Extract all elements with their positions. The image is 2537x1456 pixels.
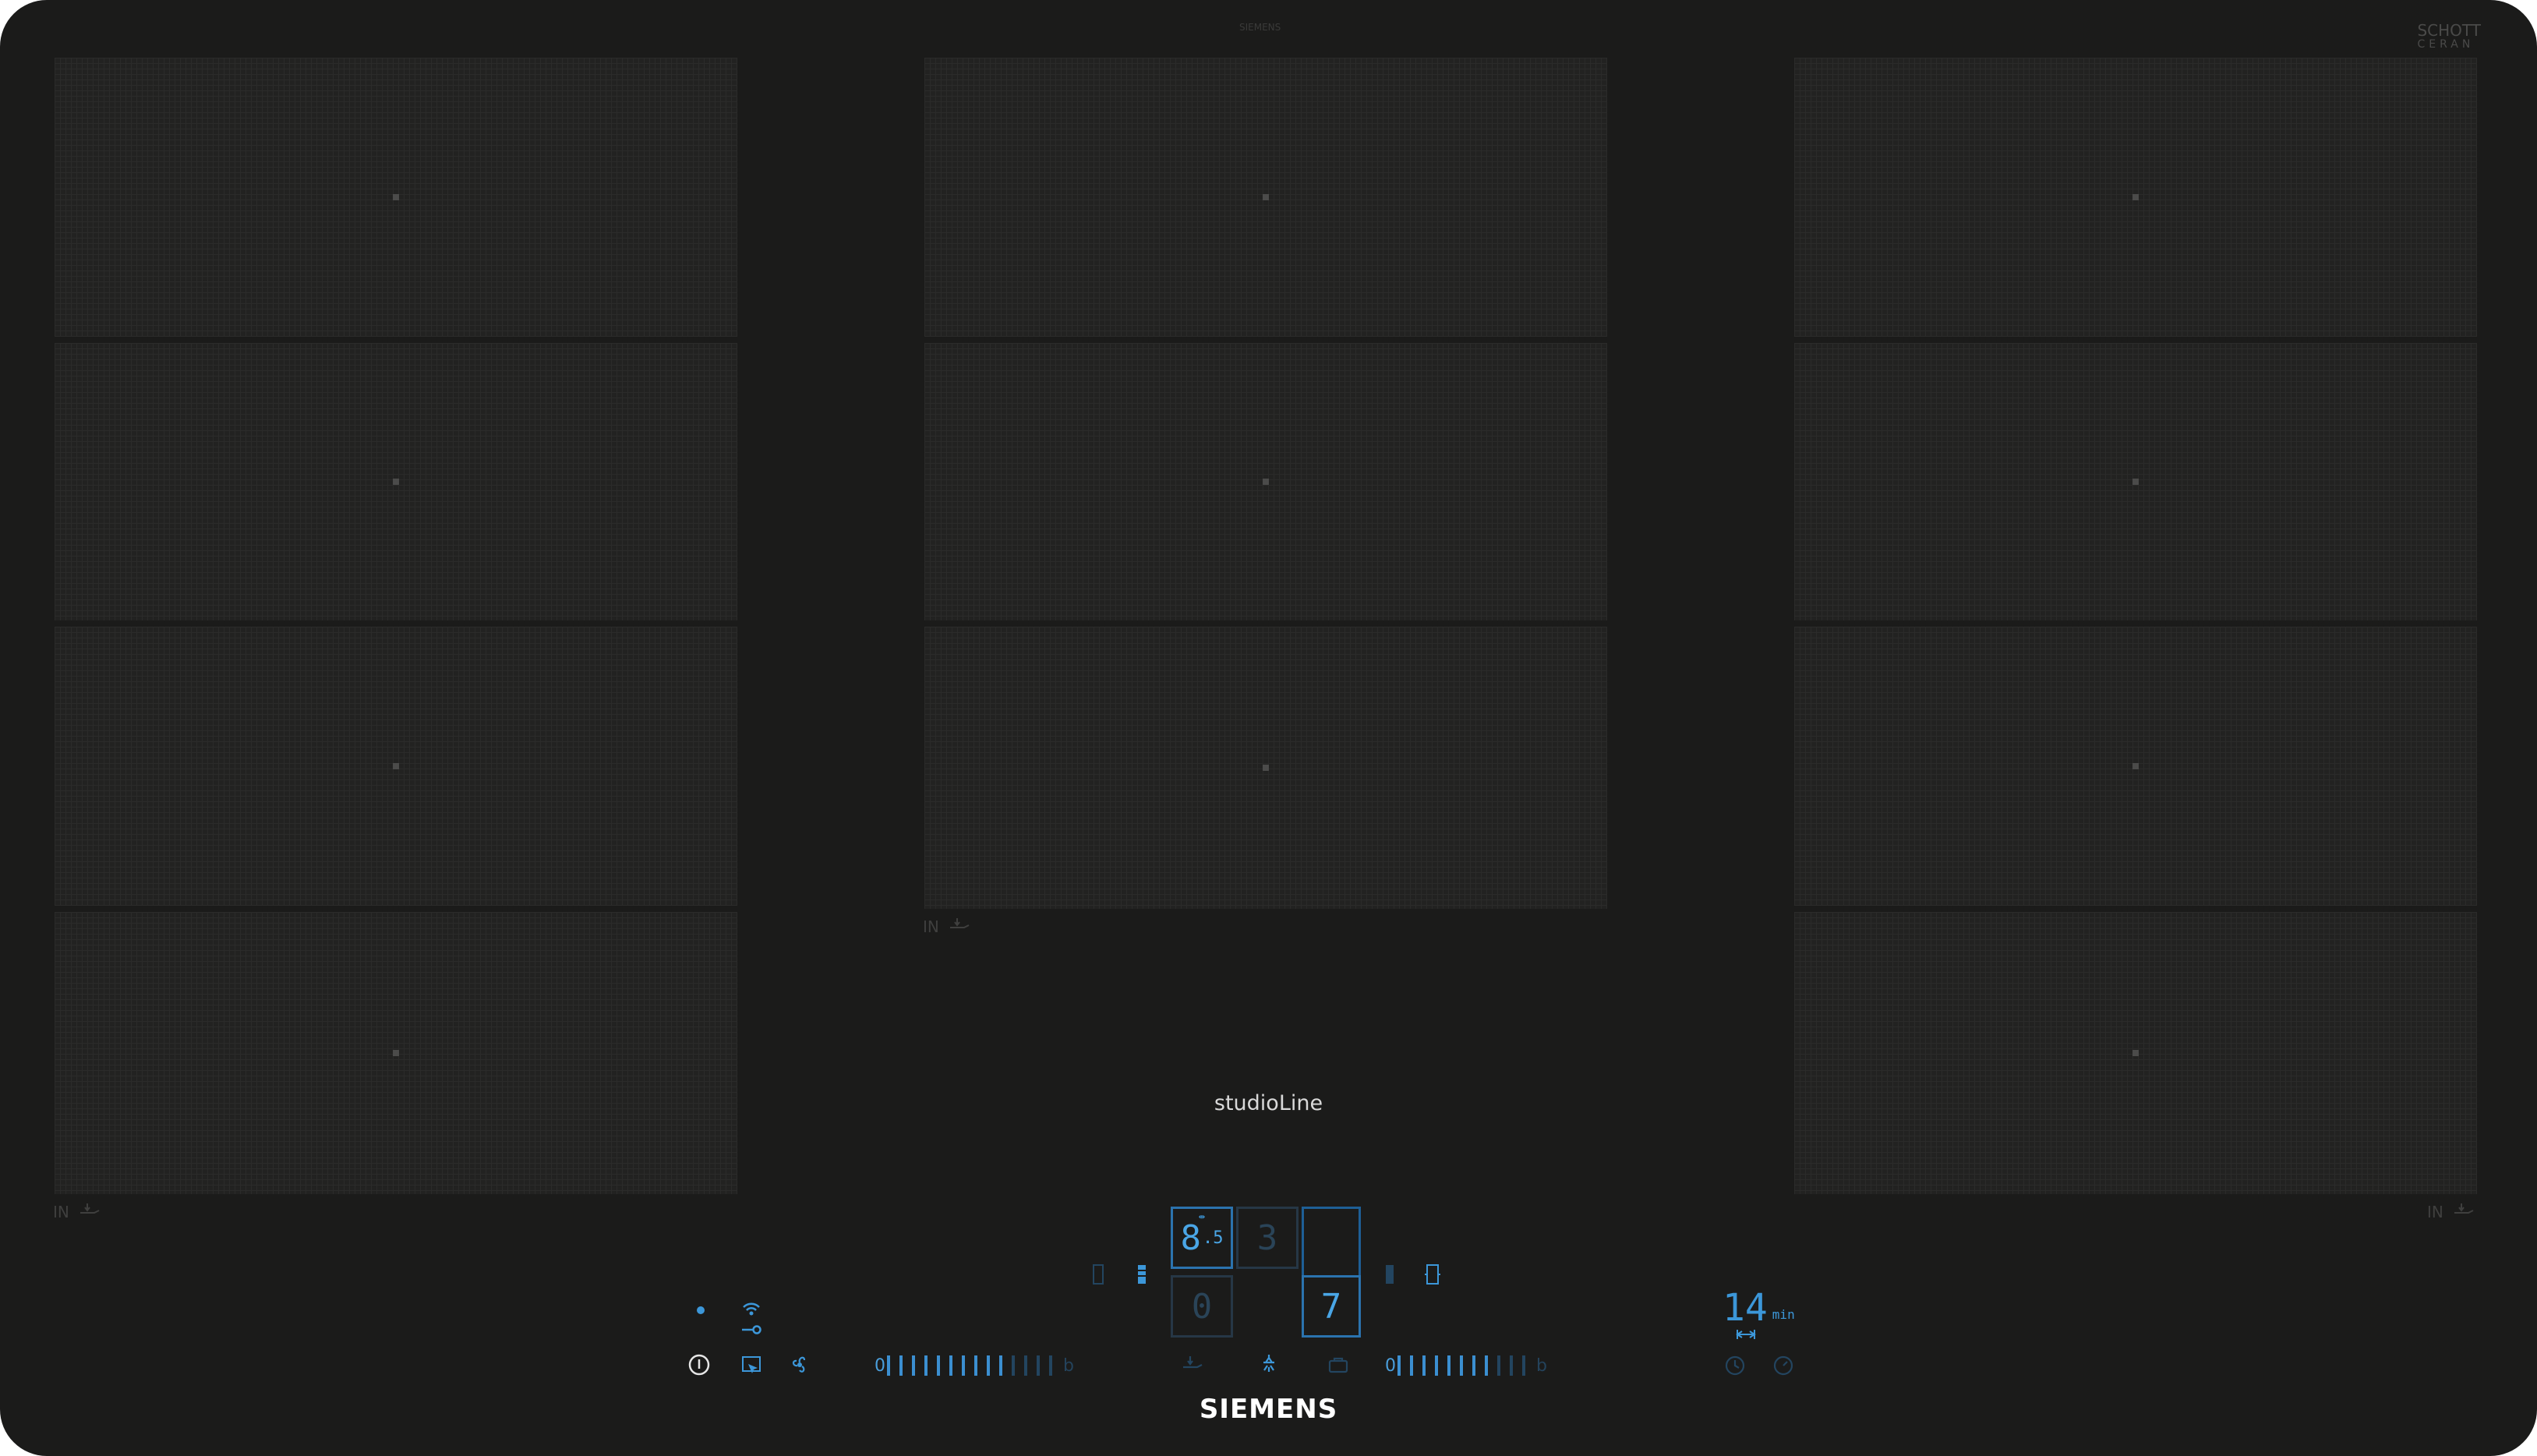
slider-step[interactable]: [912, 1355, 915, 1376]
cooking-zone-right-3[interactable]: [1794, 627, 2477, 906]
zone-display-bottom-left[interactable]: 0: [1171, 1275, 1233, 1338]
slider-step[interactable]: [949, 1355, 952, 1376]
slider-step[interactable]: [937, 1355, 940, 1376]
induction-label: IN: [2427, 1202, 2443, 1221]
zone-label-left: IN: [53, 1200, 102, 1223]
zone-display-bottom-right[interactable]: 7: [1302, 1275, 1361, 1338]
power-icon[interactable]: [687, 1353, 711, 1376]
stopwatch-icon[interactable]: [1772, 1355, 1794, 1376]
power-slider-right[interactable]: 0 b: [1383, 1354, 1549, 1377]
cooking-zone-left-2[interactable]: [55, 343, 737, 620]
timer-icon[interactable]: [1724, 1355, 1746, 1376]
power-level-value: 3: [1256, 1217, 1278, 1258]
cooking-zone-left-4[interactable]: [55, 912, 737, 1194]
hood-light-icon[interactable]: [1256, 1352, 1281, 1376]
slider-step[interactable]: [1024, 1355, 1027, 1376]
slider-step[interactable]: [1447, 1355, 1450, 1376]
slider-step[interactable]: [1522, 1355, 1525, 1376]
timer-arrow-icon: [1735, 1328, 1757, 1341]
cooking-zone-left-3[interactable]: [55, 627, 737, 906]
slider-scale[interactable]: [887, 1355, 1062, 1376]
zone-combine-icon[interactable]: [1423, 1263, 1442, 1286]
slider-step[interactable]: [999, 1355, 1002, 1376]
timer-arrow-icon: ⇹: [1198, 1210, 1206, 1223]
zone-select-left-filled-icon[interactable]: [1133, 1263, 1150, 1286]
slider-step[interactable]: [962, 1355, 965, 1376]
cooktop-surface: SIEMENS SCHOTT CERAN IN IN IN studioLine: [0, 0, 2537, 1456]
cooking-zone-right-1[interactable]: [1794, 58, 2477, 337]
induction-label: IN: [53, 1202, 69, 1221]
slider-step[interactable]: [1485, 1355, 1488, 1376]
timer-unit: min: [1772, 1307, 1795, 1322]
slider-step[interactable]: [1460, 1355, 1463, 1376]
zone-display-top-left[interactable]: ⇹ 8.5: [1171, 1207, 1233, 1269]
power-level-value: 0: [1191, 1286, 1213, 1327]
panel-lock-icon[interactable]: [740, 1355, 762, 1376]
slider-max-label: b: [1536, 1355, 1547, 1376]
frying-sensor-icon: [947, 915, 972, 938]
cooking-zone-left-1[interactable]: [55, 58, 737, 337]
power-level-decimal: .5: [1203, 1228, 1224, 1248]
slider-step[interactable]: [887, 1355, 890, 1376]
zone-select-left-outline-icon[interactable]: [1090, 1263, 1107, 1286]
slider-step[interactable]: [987, 1355, 990, 1376]
slider-step[interactable]: [1510, 1355, 1513, 1376]
top-mark: SIEMENS: [1239, 22, 1281, 33]
frying-sensor-icon[interactable]: [1180, 1353, 1205, 1375]
frying-sensor-icon: [77, 1200, 102, 1223]
zone-label-center: IN: [923, 915, 972, 938]
power-slider-left[interactable]: 0 b: [873, 1354, 1076, 1377]
glass-brand-line1: SCHOTT: [2417, 21, 2481, 40]
timer-value: 14: [1723, 1286, 1768, 1330]
frying-sensor-icon: [2451, 1200, 2476, 1223]
power-level-value: 8: [1180, 1217, 1202, 1258]
cooking-zone-center-3[interactable]: [924, 627, 1607, 909]
slider-step[interactable]: [899, 1355, 903, 1376]
cooking-zone-right-4[interactable]: [1794, 912, 2477, 1194]
status-dot-icon: [695, 1305, 706, 1316]
series-name: studioLine: [1214, 1091, 1323, 1115]
slider-step[interactable]: [1037, 1355, 1040, 1376]
slider-step[interactable]: [974, 1355, 977, 1376]
slider-step[interactable]: [1012, 1355, 1015, 1376]
slider-step[interactable]: [1397, 1355, 1401, 1376]
slider-step[interactable]: [1422, 1355, 1426, 1376]
slider-step[interactable]: [1049, 1355, 1052, 1376]
slider-min-label: 0: [1385, 1355, 1396, 1376]
zone-display-top-middle[interactable]: 3: [1236, 1207, 1299, 1269]
cooking-sensor-icon[interactable]: [1327, 1355, 1350, 1375]
power-level-value: 7: [1320, 1286, 1342, 1327]
cooking-zone-center-1[interactable]: [924, 58, 1607, 337]
zone-label-right: IN: [2427, 1200, 2476, 1223]
slider-step[interactable]: [1497, 1355, 1500, 1376]
glass-brand-line2: CERAN: [2417, 38, 2475, 51]
cooking-zone-right-2[interactable]: [1794, 343, 2477, 620]
home-connect-icon[interactable]: [740, 1322, 762, 1338]
slider-step[interactable]: [924, 1355, 928, 1376]
hood-fan-icon[interactable]: [787, 1353, 812, 1376]
slider-step[interactable]: [1435, 1355, 1438, 1376]
slider-scale[interactable]: [1397, 1355, 1535, 1376]
slider-max-label: b: [1063, 1355, 1074, 1376]
slider-step[interactable]: [1472, 1355, 1475, 1376]
slider-step[interactable]: [1410, 1355, 1413, 1376]
wifi-icon[interactable]: [740, 1300, 762, 1317]
induction-label: IN: [923, 917, 939, 936]
brand-logo: SIEMENS: [1199, 1394, 1338, 1425]
zone-select-right-dim-icon[interactable]: [1381, 1263, 1398, 1286]
cooking-zone-center-2[interactable]: [924, 343, 1607, 620]
timer-display[interactable]: 14 min: [1723, 1289, 1795, 1327]
slider-min-label: 0: [875, 1355, 885, 1376]
